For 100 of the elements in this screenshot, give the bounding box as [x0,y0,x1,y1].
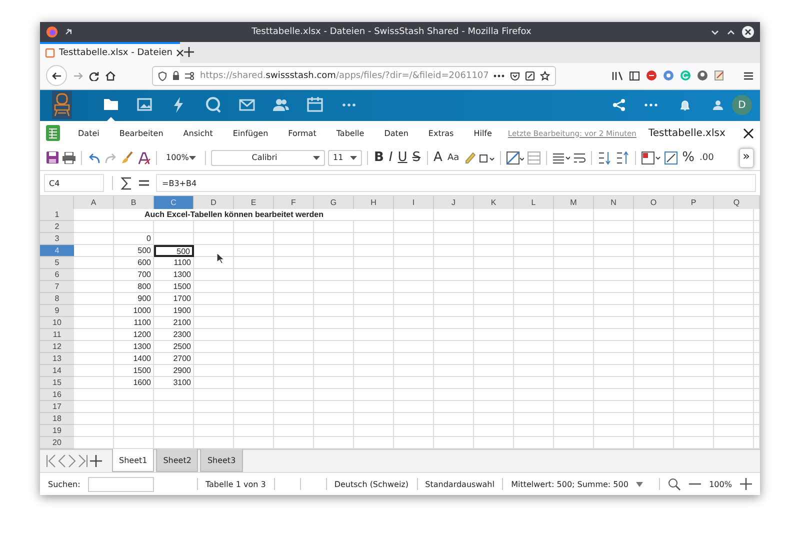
lock-icon[interactable] [172,71,180,80]
brush-icon[interactable] [121,151,134,164]
row-header[interactable]: 6 [40,269,74,282]
print-icon[interactable] [62,152,76,164]
column-header[interactable]: G [314,196,354,210]
selection-mode[interactable]: Standardauswahl [425,480,494,489]
menu-item[interactable]: Tabelle [326,128,374,138]
close-icon[interactable] [176,49,184,58]
caret-icon[interactable] [189,156,196,160]
column-header[interactable]: M [554,196,594,210]
address-bar[interactable]: https://shared.swissstash.com/apps/files/?dir=/&fileid=2061107 [152,66,556,86]
merge-cells-icon[interactable] [527,150,542,165]
back-button[interactable] [46,65,67,86]
share-icon[interactable] [612,98,626,112]
column-header[interactable]: K [474,196,514,210]
zoom-in-icon[interactable] [740,478,752,490]
row-header[interactable]: 10 [40,317,74,330]
conditional-format-icon[interactable] [641,150,662,165]
decimal-button[interactable]: .00 [698,152,715,163]
font-size-select[interactable]: 11 [328,150,362,166]
library-icon[interactable] [612,70,623,81]
number-format-icon[interactable] [664,150,678,165]
column-header[interactable]: N [594,196,634,210]
column-header[interactable]: J [434,196,474,210]
bell-icon[interactable] [680,100,690,111]
undo-icon[interactable] [87,152,101,164]
contacts-icon[interactable] [712,99,724,112]
column-header[interactable]: H [354,196,394,210]
logo-drawing[interactable] [52,91,72,120]
sidebar-icon[interactable] [629,70,640,81]
row-header[interactable]: 19 [40,425,74,438]
new-tab-icon[interactable] [184,47,194,58]
pocket-icon[interactable] [510,70,520,81]
menu-item[interactable]: Ansicht [173,128,223,138]
row-header[interactable]: 15 [40,377,74,390]
zoom-select[interactable]: 100% [162,150,200,166]
column-header[interactable]: B [114,196,154,210]
sort-descending-icon[interactable] [615,150,630,165]
user-avatar[interactable]: D [732,95,752,116]
underline-button[interactable]: U [396,150,408,166]
row-header[interactable]: 7 [40,281,74,294]
row-header[interactable]: 18 [40,413,74,426]
cell-style-icon[interactable] [506,150,524,165]
column-header[interactable]: A [74,196,114,210]
home-icon[interactable] [105,70,116,81]
row-header[interactable]: 12 [40,341,74,354]
previous-sheet-icon[interactable] [58,454,66,468]
zoom-icon[interactable] [668,478,682,491]
sheet-tab[interactable]: Sheet2 [156,449,198,472]
menu-item[interactable]: Hilfe [464,128,502,138]
column-header[interactable]: L [514,196,554,210]
menu-item[interactable]: Einfügen [222,128,278,138]
search-field[interactable] [88,476,154,492]
sum-icon[interactable] [121,176,132,190]
column-header[interactable]: P [674,196,714,210]
row-header[interactable]: 13 [40,353,74,366]
dropdown-icon[interactable] [636,482,644,487]
menu-item[interactable]: Extras [418,128,464,138]
zoom-out-icon[interactable] [689,483,702,486]
text-case-button[interactable]: Aa [446,152,460,163]
close-icon[interactable] [743,128,754,139]
sort-ascending-icon[interactable] [597,150,612,165]
more-tools-button[interactable]: » [738,148,754,168]
row-header[interactable]: 16 [40,389,74,402]
permissions-icon[interactable] [185,72,195,80]
wrap-text-icon[interactable] [573,152,586,164]
row-header[interactable]: 2 [40,221,74,234]
column-header[interactable]: F [274,196,314,210]
row-header[interactable]: 9 [40,305,74,318]
more-icon[interactable] [493,74,505,78]
add-sheet-icon[interactable] [90,455,102,468]
column-header[interactable]: O [634,196,674,210]
highlighter-icon[interactable] [463,151,476,164]
close-icon[interactable] [742,26,754,38]
next-sheet-icon[interactable] [68,454,76,468]
row-header[interactable]: 20 [40,437,74,450]
row-header[interactable]: 1 [40,209,74,222]
menu-item[interactable]: Bearbeiten [109,128,174,138]
star-icon[interactable] [540,70,550,81]
formula-field[interactable]: =B3+B4 [156,174,756,192]
clear-format-icon[interactable] [137,150,151,165]
row-header[interactable]: 5 [40,257,74,270]
font-color-button[interactable]: A [432,150,444,166]
shield-icon[interactable] [158,70,167,81]
column-header[interactable]: D [194,196,234,210]
equals-icon[interactable] [138,179,150,188]
border-icon[interactable] [479,152,496,163]
sheet-tab[interactable]: Sheet1 [112,449,154,472]
caret-icon[interactable] [313,156,320,160]
menu-item[interactable]: Daten [374,128,418,138]
stop-sign-icon[interactable] [646,70,657,82]
menu-item[interactable]: Datei [68,128,110,138]
reload-icon[interactable] [89,70,99,81]
cell-reference-field[interactable]: C4 [44,174,104,192]
row-header[interactable]: 3 [40,233,74,246]
row-header[interactable]: 8 [40,293,74,306]
strikethrough-button[interactable]: S [411,150,422,166]
first-sheet-icon[interactable] [46,454,56,468]
font-select[interactable]: Calibri [211,150,325,166]
italic-button[interactable]: I [388,150,394,166]
